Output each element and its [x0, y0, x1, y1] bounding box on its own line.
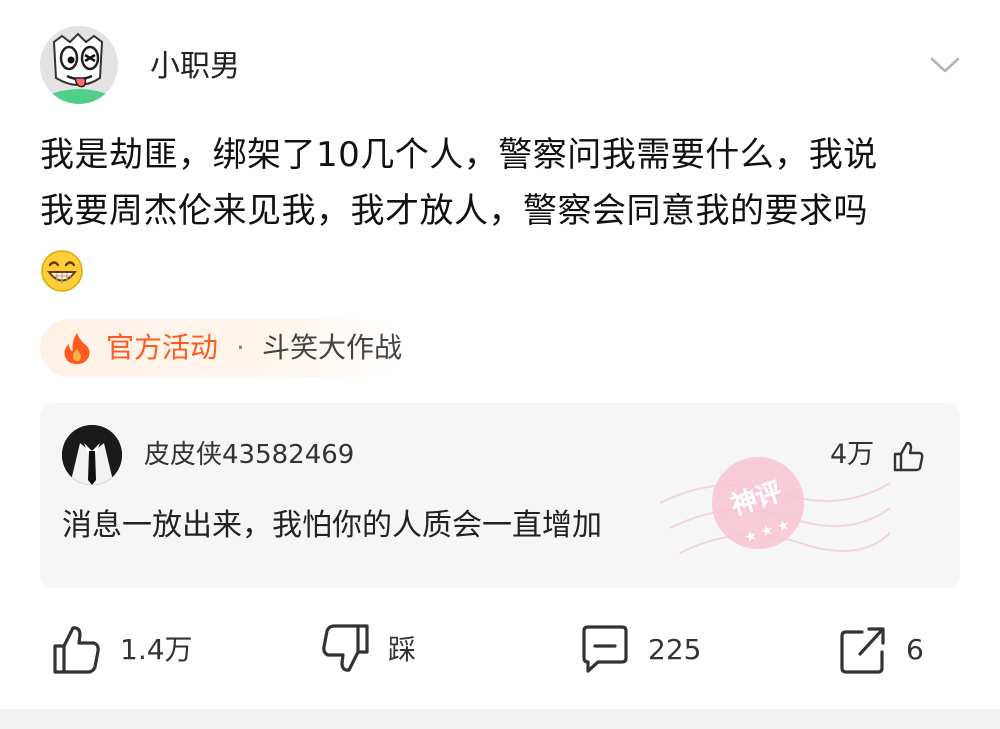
comment-button[interactable]: 225 [580, 622, 710, 678]
hot-comment-card[interactable]: 神评 ★ ★ ★ 皮皮侠43582469 4万 消息一放出来，我怕你的人质会一直… [40, 403, 960, 588]
author-name[interactable]: 小职男 [150, 47, 240, 87]
thumbs-down-icon [322, 624, 369, 672]
comment-like-count: 4万 [830, 439, 875, 470]
activity-name: 斗笑大作战 [262, 331, 403, 364]
activity-label: 官方活动 [106, 331, 219, 364]
comment-like-button[interactable] [892, 439, 926, 473]
like-button[interactable]: 1.4万 [52, 622, 202, 678]
dislike-label: 踩 [388, 633, 417, 666]
activity-separator: · [236, 331, 245, 364]
post-text: 我是劫匪，绑架了10几个人，警察问我需要什么，我说 我要周杰伦来见我，我才放人，… [40, 135, 878, 231]
more-menu-button[interactable] [928, 52, 962, 78]
post-page: 小职男 我是劫匪，绑架了10几个人，警察问我需要什么，我说 我要周杰伦来见我，我… [0, 0, 1000, 729]
share-icon [840, 627, 885, 674]
thumbs-up-icon [893, 441, 924, 472]
comment-text: 消息一放出来，我怕你的人质会一直增加 [62, 508, 602, 543]
commenter-avatar[interactable] [62, 425, 122, 485]
cartoon-face-icon [40, 26, 118, 104]
grinning-face-icon [40, 249, 84, 293]
fire-icon [64, 333, 90, 364]
activity-tag[interactable]: 官方活动 · 斗笑大作战 [40, 319, 402, 377]
share-count: 6 [906, 633, 924, 666]
divider-strip [0, 709, 1000, 729]
comment-count: 225 [648, 633, 702, 666]
dislike-button[interactable]: 踩 [320, 622, 430, 678]
comment-icon [582, 625, 628, 673]
thumbs-up-icon [53, 626, 100, 674]
like-count: 1.4万 [120, 633, 193, 666]
chevron-down-icon [930, 57, 960, 73]
author-avatar[interactable] [40, 26, 118, 104]
share-button[interactable]: 6 [838, 622, 938, 678]
commenter-name[interactable]: 皮皮侠43582469 [144, 439, 354, 471]
